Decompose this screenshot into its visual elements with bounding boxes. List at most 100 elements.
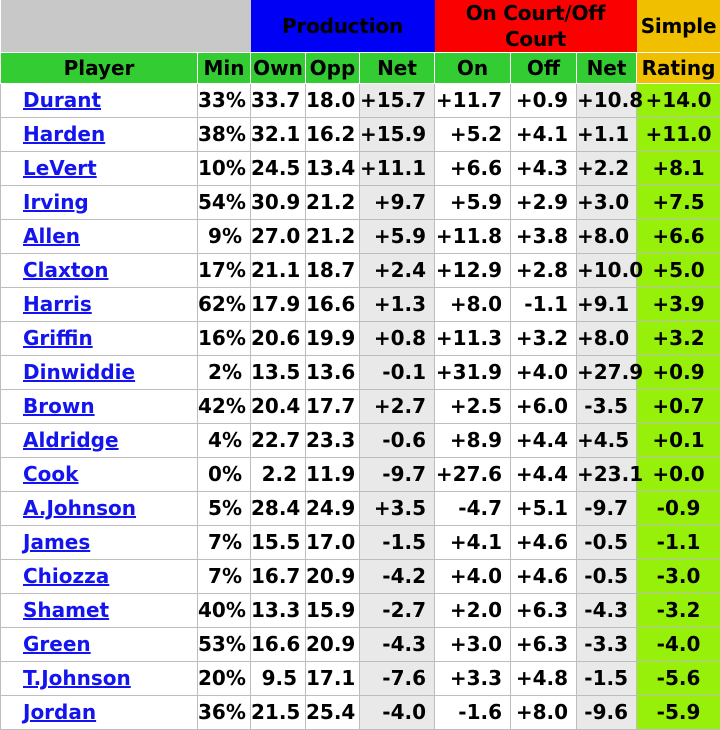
- cell-min: 53%: [198, 628, 251, 662]
- cell-min: 5%: [198, 492, 251, 526]
- cell-own: 15.5: [251, 526, 306, 560]
- group-header-oncourt-offcourt: On Court/Off Court: [435, 0, 637, 53]
- cell-own: 24.5: [251, 152, 306, 186]
- cell-off: +2.9: [511, 186, 577, 220]
- player-link[interactable]: Allen: [23, 224, 80, 248]
- column-header-on[interactable]: On: [435, 53, 511, 84]
- cell-own: 16.7: [251, 560, 306, 594]
- cell-player: Harris: [1, 288, 198, 322]
- table-row: Durant33%33.718.0+15.7+11.7+0.9+10.8+14.…: [1, 84, 720, 118]
- player-link[interactable]: James: [23, 530, 90, 554]
- cell-on: -4.7: [435, 492, 511, 526]
- cell-court-net: +2.2: [577, 152, 637, 186]
- cell-on: +5.9: [435, 186, 511, 220]
- cell-court-net: +27.9: [577, 356, 637, 390]
- cell-own: 9.5: [251, 662, 306, 696]
- cell-opp: 13.4: [306, 152, 360, 186]
- cell-own: 32.1: [251, 118, 306, 152]
- cell-opp: 11.9: [306, 458, 360, 492]
- column-header-min[interactable]: Min: [198, 53, 251, 84]
- player-link[interactable]: Harden: [23, 122, 105, 146]
- cell-production-net: +2.4: [360, 254, 435, 288]
- column-header-rating[interactable]: Rating: [637, 53, 720, 84]
- cell-court-net: +1.1: [577, 118, 637, 152]
- player-link[interactable]: Claxton: [23, 258, 108, 282]
- cell-on: -1.6: [435, 696, 511, 730]
- cell-production-net: -4.3: [360, 628, 435, 662]
- cell-own: 22.7: [251, 424, 306, 458]
- player-link[interactable]: Griffin: [23, 326, 93, 350]
- cell-own: 20.4: [251, 390, 306, 424]
- cell-opp: 20.9: [306, 628, 360, 662]
- cell-min: 20%: [198, 662, 251, 696]
- cell-own: 17.9: [251, 288, 306, 322]
- cell-rating: -5.9: [637, 696, 720, 730]
- cell-own: 30.9: [251, 186, 306, 220]
- cell-on: +8.0: [435, 288, 511, 322]
- player-link[interactable]: A.Johnson: [23, 496, 136, 520]
- table-row: Allen9%27.021.2+5.9+11.8+3.8+8.0+6.6: [1, 220, 720, 254]
- cell-opp: 17.1: [306, 662, 360, 696]
- player-link[interactable]: LeVert: [23, 156, 97, 180]
- column-header-court-net[interactable]: Net: [577, 53, 637, 84]
- column-header-player[interactable]: Player: [1, 53, 198, 84]
- cell-own: 20.6: [251, 322, 306, 356]
- cell-on: +2.5: [435, 390, 511, 424]
- player-link[interactable]: Harris: [23, 292, 92, 316]
- player-link[interactable]: Green: [23, 632, 91, 656]
- cell-own: 13.3: [251, 594, 306, 628]
- cell-rating: +0.7: [637, 390, 720, 424]
- player-link[interactable]: T.Johnson: [23, 666, 131, 690]
- cell-off: +2.8: [511, 254, 577, 288]
- cell-min: 33%: [198, 84, 251, 118]
- group-header-row: Production On Court/Off Court Simple: [1, 0, 720, 53]
- player-link[interactable]: Aldridge: [23, 428, 119, 452]
- group-header-blank: [1, 0, 251, 53]
- cell-off: +4.8: [511, 662, 577, 696]
- cell-player: Shamet: [1, 594, 198, 628]
- cell-player: T.Johnson: [1, 662, 198, 696]
- column-header-production-net[interactable]: Net: [360, 53, 435, 84]
- table-row: Griffin16%20.619.9+0.8+11.3+3.2+8.0+3.2: [1, 322, 720, 356]
- table-row: Chiozza7%16.720.9-4.2+4.0+4.6-0.5-3.0: [1, 560, 720, 594]
- table-row: James7%15.517.0-1.5+4.1+4.6-0.5-1.1: [1, 526, 720, 560]
- cell-min: 10%: [198, 152, 251, 186]
- column-header-off[interactable]: Off: [511, 53, 577, 84]
- cell-off: +6.0: [511, 390, 577, 424]
- cell-player: Claxton: [1, 254, 198, 288]
- cell-production-net: -0.1: [360, 356, 435, 390]
- player-link[interactable]: Durant: [23, 88, 101, 112]
- cell-on: +12.9: [435, 254, 511, 288]
- table-body: Durant33%33.718.0+15.7+11.7+0.9+10.8+14.…: [1, 84, 720, 730]
- player-link[interactable]: Brown: [23, 394, 95, 418]
- cell-on: +8.9: [435, 424, 511, 458]
- player-link[interactable]: Jordan: [23, 700, 96, 724]
- player-link[interactable]: Shamet: [23, 598, 109, 622]
- player-link[interactable]: Dinwiddie: [23, 360, 135, 384]
- cell-production-net: -0.6: [360, 424, 435, 458]
- cell-rating: +14.0: [637, 84, 720, 118]
- cell-rating: -5.6: [637, 662, 720, 696]
- table-row: Aldridge4%22.723.3-0.6+8.9+4.4+4.5+0.1: [1, 424, 720, 458]
- cell-rating: +8.1: [637, 152, 720, 186]
- player-link[interactable]: Irving: [23, 190, 89, 214]
- cell-own: 16.6: [251, 628, 306, 662]
- player-link[interactable]: Chiozza: [23, 564, 109, 588]
- cell-player: Cook: [1, 458, 198, 492]
- cell-on: +3.0: [435, 628, 511, 662]
- cell-production-net: +3.5: [360, 492, 435, 526]
- cell-on: +2.0: [435, 594, 511, 628]
- table-row: A.Johnson5%28.424.9+3.5-4.7+5.1-9.7-0.9: [1, 492, 720, 526]
- column-header-own[interactable]: Own: [251, 53, 306, 84]
- cell-rating: -4.0: [637, 628, 720, 662]
- table-row: Shamet40%13.315.9-2.7+2.0+6.3-4.3-3.2: [1, 594, 720, 628]
- cell-court-net: -1.5: [577, 662, 637, 696]
- column-header-opp[interactable]: Opp: [306, 53, 360, 84]
- cell-rating: -3.2: [637, 594, 720, 628]
- player-link[interactable]: Cook: [23, 462, 78, 486]
- table-row: Harden38%32.116.2+15.9+5.2+4.1+1.1+11.0: [1, 118, 720, 152]
- cell-off: +4.6: [511, 560, 577, 594]
- cell-rating: +7.5: [637, 186, 720, 220]
- group-header-production: Production: [251, 0, 435, 53]
- cell-court-net: -4.3: [577, 594, 637, 628]
